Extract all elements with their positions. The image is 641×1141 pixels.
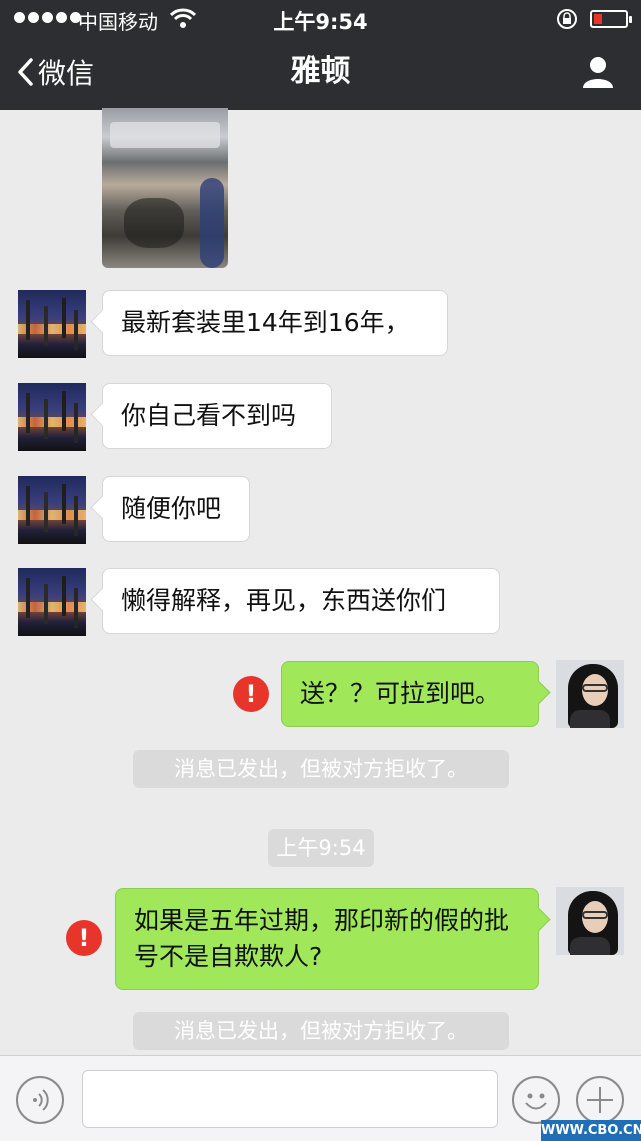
contact-avatar[interactable] (18, 568, 86, 636)
timestamp-label: 上午9:54 (268, 829, 374, 867)
watermark: WWW.CBO.CN (541, 1120, 641, 1141)
rotation-lock-icon (557, 9, 577, 29)
status-time: 上午9:54 (273, 10, 368, 34)
chat-title: 雅顿 (290, 54, 351, 89)
my-avatar[interactable] (556, 887, 624, 955)
sent-message: 送？？可拉到吧。 (281, 661, 539, 727)
received-message: 最新套装里14年到16年， (102, 290, 448, 356)
top-bar: 中国移动 上午9:54 微信 雅顿 (0, 0, 641, 110)
sent-message: 如果是五年过期，那印新的假的批号不是自欺欺人? (115, 888, 539, 990)
rejected-notice: 消息已发出，但被对方拒收了。 (133, 750, 509, 788)
person-icon[interactable] (580, 54, 616, 90)
received-message: 懒得解释，再见，东西送你们 (102, 568, 500, 634)
rejected-notice: 消息已发出，但被对方拒收了。 (133, 1012, 509, 1050)
resend-error-icon[interactable]: ! (66, 920, 102, 956)
voice-icon[interactable] (16, 1076, 64, 1124)
contact-avatar[interactable] (18, 476, 86, 544)
received-message: 你自己看不到吗 (102, 383, 332, 449)
resend-error-icon[interactable]: ! (233, 676, 269, 712)
plus-icon[interactable] (576, 1076, 624, 1124)
battery-icon (590, 10, 632, 28)
my-avatar[interactable] (556, 660, 624, 728)
message-input[interactable] (82, 1070, 498, 1128)
contact-avatar[interactable] (18, 383, 86, 451)
received-photo[interactable] (102, 108, 228, 268)
emoji-icon[interactable] (512, 1076, 560, 1124)
contact-avatar[interactable] (18, 290, 86, 358)
status-bar: 中国移动 上午9:54 (0, 0, 641, 38)
received-message: 随便你吧 (102, 476, 250, 542)
